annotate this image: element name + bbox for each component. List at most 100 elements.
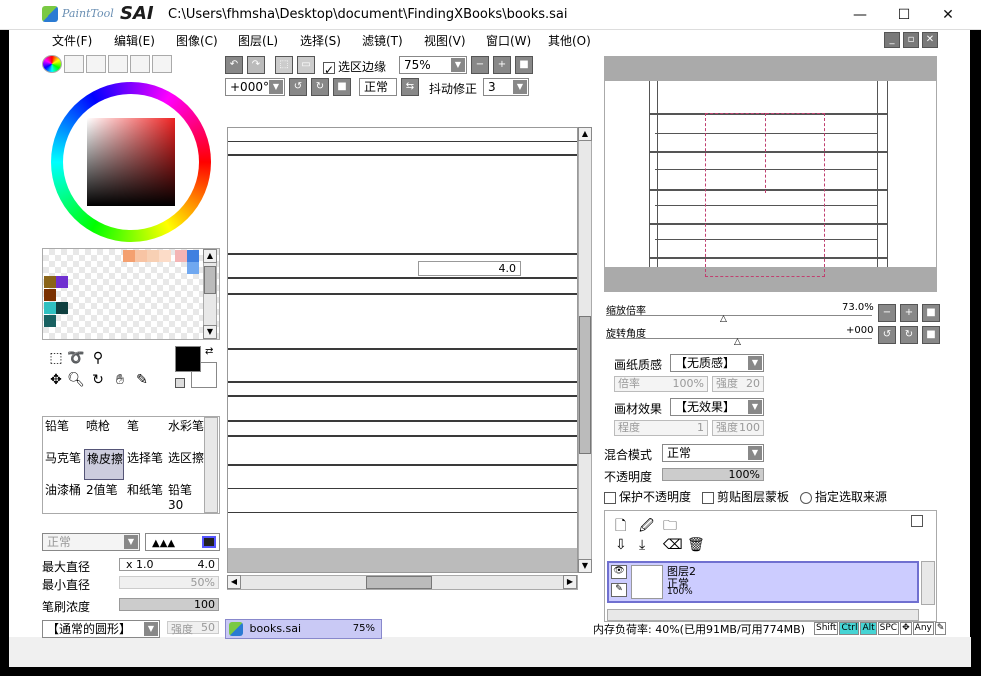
max-size-slider[interactable]: x 1.0 4.0 <box>119 558 219 571</box>
checkbox-icon[interactable] <box>702 491 714 504</box>
paper-scale-field[interactable]: 倍率 100% <box>614 376 708 392</box>
menu-layer[interactable]: 图层(L) <box>238 32 278 49</box>
brush-shape-curves-icon[interactable]: ▲▲▲ <box>152 538 175 549</box>
brush-shape-square-icon[interactable] <box>202 536 216 548</box>
swatch[interactable] <box>56 276 68 288</box>
swatch[interactable] <box>44 302 56 314</box>
eyedropper-icon[interactable]: ✎ <box>132 370 152 390</box>
checkbox-checked-icon[interactable]: ✓ <box>323 61 335 77</box>
nav-rotate-right-icon[interactable]: ↻ <box>900 326 918 344</box>
brush-eraser[interactable]: 橡皮擦 <box>84 449 124 480</box>
layer-row[interactable]: 👁︎ ✎ 图层2 正常 100% <box>607 561 919 603</box>
selection-edge-toggle[interactable]: ✓ 选区边缘 <box>323 58 386 77</box>
clipping-toggle[interactable]: 剪贴图层蒙板 <box>702 488 789 505</box>
color-wheel-tab-icon[interactable] <box>42 55 62 73</box>
mixer-tab-icon[interactable] <box>108 55 128 73</box>
swatch-grid[interactable] <box>42 248 220 340</box>
brush-select-pen[interactable]: 选择笔 <box>125 449 165 480</box>
reset-colors-icon[interactable] <box>175 378 185 388</box>
scroll-right-icon[interactable]: ▶ <box>563 575 577 589</box>
delete-layer-icon[interactable]: 🗑 <box>687 537 705 553</box>
new-layer-icon[interactable]: 🗋 <box>615 515 626 539</box>
saturation-value-square[interactable] <box>87 118 175 206</box>
brush-marker[interactable]: 马克笔 <box>43 449 83 480</box>
paper-strength-field[interactable]: 强度 20 <box>712 376 764 392</box>
swatch-scroll-thumb[interactable] <box>204 266 216 294</box>
brush-airbrush[interactable]: 喷枪 <box>84 417 124 448</box>
doc-restore-icon[interactable]: ▫ <box>903 32 919 48</box>
new-vector-layer-icon[interactable]: 🖉 <box>639 515 654 539</box>
pen-lock-icon[interactable]: ✎ <box>611 583 627 597</box>
rotate-reset-icon[interactable]: ■ <box>333 78 351 96</box>
deselect-icon[interactable]: ⬚ <box>275 56 293 74</box>
merge-down-icon[interactable]: ⤓ <box>639 537 645 553</box>
scroll-down-icon[interactable]: ▼ <box>578 559 592 573</box>
drawing-canvas[interactable] <box>227 127 578 573</box>
doc-close-icon[interactable]: ✕ <box>922 32 938 48</box>
swatch[interactable] <box>56 302 68 314</box>
menu-file[interactable]: 文件(F) <box>52 32 92 49</box>
nav-zoom-in-icon[interactable]: + <box>900 304 918 322</box>
invert-selection-icon[interactable]: ▭ <box>297 56 315 74</box>
nav-zoom-reset-icon[interactable]: ■ <box>922 304 940 322</box>
rect-select-icon[interactable]: ⬚ <box>46 348 66 368</box>
min-size-slider[interactable]: 50% <box>119 576 219 589</box>
swatch[interactable] <box>44 315 56 327</box>
menu-select[interactable]: 选择(S) <box>300 32 341 49</box>
maximize-button[interactable]: ☐ <box>884 3 924 27</box>
zoom-icon[interactable]: 🔍︎ <box>66 370 86 390</box>
opacity-slider[interactable]: 100% <box>662 468 764 481</box>
density-slider[interactable]: 100 <box>119 598 219 611</box>
foreground-color-swatch[interactable] <box>175 346 201 372</box>
rotate-icon[interactable]: ↻ <box>88 370 108 390</box>
radio-icon[interactable] <box>800 491 812 504</box>
hand-icon[interactable]: ✋︎ <box>110 370 130 390</box>
doc-minimize-icon[interactable]: _ <box>884 32 900 48</box>
brush-pencil[interactable]: 铅笔 <box>43 417 83 448</box>
swatch[interactable] <box>135 250 147 262</box>
navigator-preview[interactable] <box>604 56 937 292</box>
brush-blend-select[interactable]: 正常 ▼ <box>42 533 140 551</box>
swap-colors-icon[interactable]: ⇄ <box>205 346 213 357</box>
lasso-icon[interactable]: ➰ <box>66 348 86 368</box>
selection-source-toggle[interactable]: 指定选取来源 <box>800 488 887 505</box>
rotate-right-icon[interactable]: ↻ <box>311 78 329 96</box>
stabilizer-select[interactable]: 3 ▼ <box>483 78 529 96</box>
swatch[interactable] <box>187 262 199 274</box>
zoom-select[interactable]: 75% ▼ <box>399 56 467 74</box>
brush-shape-presets[interactable]: ▲▲▲ <box>145 533 220 551</box>
undo-icon[interactable]: ↶ <box>225 56 243 74</box>
zoom-out-icon[interactable]: − <box>471 56 489 74</box>
rgb-slider-tab-icon[interactable] <box>64 55 84 73</box>
swatch[interactable] <box>159 250 171 262</box>
menu-edit[interactable]: 编辑(E) <box>114 32 155 49</box>
flip-horizontal-icon[interactable]: ⇆ <box>401 78 419 96</box>
paper-texture-select[interactable]: 【无质感】 ▼ <box>670 354 764 372</box>
menu-other[interactable]: 其他(O) <box>548 32 591 49</box>
color-wheel[interactable] <box>51 82 211 242</box>
swatch[interactable] <box>44 289 56 301</box>
zoom-reset-icon[interactable]: ■ <box>515 56 533 74</box>
nav-rotate-reset-icon[interactable]: ■ <box>922 326 940 344</box>
close-button[interactable]: ✕ <box>928 3 968 27</box>
swatch[interactable] <box>187 250 199 262</box>
swatch[interactable] <box>147 250 159 262</box>
slider-handle-icon[interactable]: △ <box>720 314 727 324</box>
slider-handle-icon[interactable]: △ <box>734 337 741 347</box>
blend-mode-select[interactable]: 正常 ▼ <box>662 444 764 462</box>
redo-icon[interactable]: ↷ <box>247 56 265 74</box>
brush-pencil30[interactable]: 铅笔30 <box>166 481 206 512</box>
magic-wand-icon[interactable]: ⚲ <box>88 348 108 368</box>
scroll-down-icon[interactable]: ▼ <box>203 325 217 339</box>
swatch-tab-icon[interactable] <box>130 55 150 73</box>
menu-image[interactable]: 图像(C) <box>176 32 218 49</box>
move-icon[interactable]: ✥ <box>46 370 66 390</box>
canvas-hscroll-thumb[interactable] <box>366 576 432 589</box>
hsv-slider-tab-icon[interactable] <box>86 55 106 73</box>
checkbox-icon[interactable] <box>604 491 616 504</box>
nav-rotate-left-icon[interactable]: ↺ <box>878 326 896 344</box>
canvas-hscroll[interactable]: ◀ ▶ <box>227 575 578 590</box>
rotate-left-icon[interactable]: ↺ <box>289 78 307 96</box>
nav-zoom-slider[interactable] <box>606 315 872 316</box>
swatch[interactable] <box>123 250 135 262</box>
